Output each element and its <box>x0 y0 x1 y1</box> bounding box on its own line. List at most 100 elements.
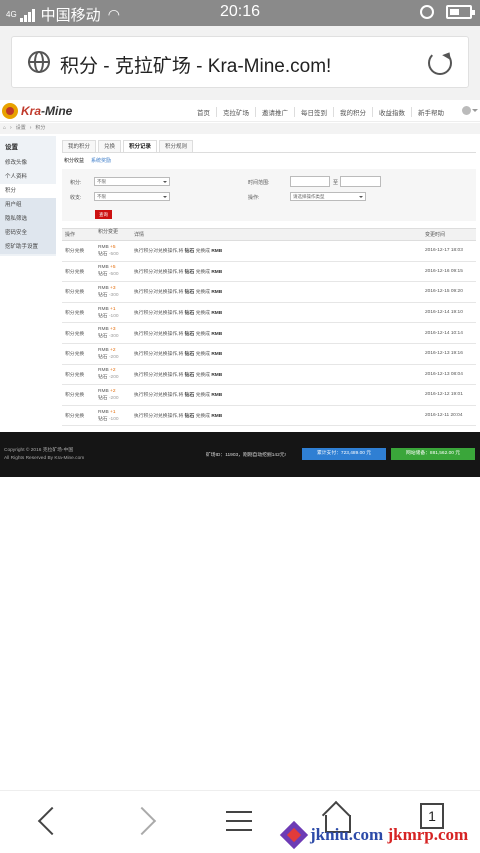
diamond-delta: -100 <box>108 313 119 319</box>
query-button[interactable]: 查询 <box>95 210 112 219</box>
nav-home[interactable]: 首页 <box>191 107 216 117</box>
table-row: 积分兑换 RMB +2 钻石 -200 执行积分对兑换操作,将 钻石 兑换成 RMB 2… <box>62 385 476 406</box>
sidebar-item-usergroup[interactable]: 用户组 <box>0 198 56 212</box>
points-tabs: 我的积分 兑换 积分记录 积分规则 <box>62 140 476 153</box>
nav-kra-mine[interactable]: 克拉矿场 <box>216 107 255 117</box>
row-operation: 积分兑换 <box>65 331 85 337</box>
table-header: 操作 积分变更 详情 变更时间 <box>62 229 476 241</box>
row-detail: 执行积分对兑换操作,将 钻石 兑换成 RMB <box>134 393 223 399</box>
tab-points-rules[interactable]: 积分规则 <box>159 140 194 152</box>
nav-invite[interactable]: 邀请推广 <box>255 107 294 117</box>
home-icon[interactable]: ⌂ <box>3 123 6 134</box>
watermark-logo-icon <box>282 823 306 847</box>
main-nav: 首页 克拉矿场 邀请推广 每日签到 我的积分 收益指数 新手帮助 <box>191 107 450 117</box>
currency-label: RMB <box>98 265 109 271</box>
row-points-change: RMB +2 钻石 -200 <box>98 347 134 361</box>
diamond-delta: -500 <box>108 251 119 257</box>
currency-label: RMB <box>98 285 109 291</box>
sidebar-item-profile[interactable]: 个人资料 <box>0 170 56 184</box>
nav-help[interactable]: 新手帮助 <box>411 107 450 117</box>
sidebar-item-password[interactable]: 密码安全 <box>0 226 56 240</box>
currency-delta: +2 <box>110 388 116 394</box>
battery-icon <box>446 5 475 19</box>
diamond-label: 钻石 <box>98 354 108 360</box>
diamond-delta: -200 <box>108 354 119 360</box>
tab-my-points[interactable]: 我的积分 <box>62 140 97 152</box>
logo-icon <box>2 103 18 119</box>
points-log-table: 操作 积分变更 详情 变更时间 积分兑换 RMB +5 钻石 -500 执行积分对兑换… <box>62 228 476 427</box>
row-time: 2016-12-15 09:20 <box>425 289 463 295</box>
points-filter-label: 积分: <box>70 180 82 186</box>
col-change-time: 变更时间 <box>425 232 446 238</box>
sidebar-title: 设置 <box>5 144 18 151</box>
settings-sidebar: 设置 修改头像 个人资料 积分 用户组 隐私筛选 密码安全 挖矿助手设置 <box>0 136 56 256</box>
table-row: 积分兑换 RMB +1 钻石 -100 执行积分对兑换操作,将 钻石 兑换成 RMB 2… <box>62 406 476 427</box>
sidebar-item-avatar[interactable]: 修改头像 <box>0 156 56 170</box>
browser-address-area: 积分 - 克拉矿场 - Kra-Mine.com! <box>0 26 480 100</box>
row-detail: 执行积分对兑换操作,将 钻石 兑换成 RMB <box>134 331 223 337</box>
row-points-change: RMB +3 钻石 -300 <box>98 285 134 299</box>
currency-label: RMB <box>98 388 109 394</box>
subtab-points-income[interactable]: 积分收益 <box>64 157 84 164</box>
operation-select[interactable]: 请选择操作类型 <box>290 192 366 201</box>
sidebar-item-privacy[interactable]: 隐私筛选 <box>0 212 56 226</box>
income-filter-select[interactable]: 不限 <box>94 192 170 201</box>
diamond-label: 钻石 <box>98 292 108 298</box>
user-avatar-icon[interactable] <box>462 106 478 115</box>
page-title-url[interactable]: 积分 - 克拉矿场 - Kra-Mine.com! <box>60 51 331 78</box>
diamond-label: 钻石 <box>98 251 108 257</box>
col-operation: 操作 <box>65 232 76 238</box>
row-operation: 积分兑换 <box>65 352 85 358</box>
breadcrumb-points: 积分 <box>35 125 46 131</box>
nav-income-index[interactable]: 收益指数 <box>372 107 411 117</box>
diamond-delta: -300 <box>108 292 119 298</box>
sidebar-item-points[interactable]: 积分 <box>0 184 56 198</box>
reload-icon[interactable] <box>428 51 452 75</box>
site-header: Kra-Mine 首页 克拉矿场 邀请推广 每日签到 我的积分 收益指数 新手帮… <box>0 100 480 122</box>
row-operation: 积分兑换 <box>65 290 85 296</box>
site-logo[interactable]: Kra-Mine <box>2 103 72 119</box>
table-row: 积分兑换 RMB +3 钻石 -300 执行积分对兑换操作,将 钻石 兑换成 RMB 2… <box>62 323 476 344</box>
tab-points-log[interactable]: 积分记录 <box>123 140 158 152</box>
watermark-text-b: jkmrp.com <box>387 825 469 844</box>
currency-label: RMB <box>98 327 109 333</box>
sidebar-item-mining-assistant[interactable]: 挖矿助手设置 <box>0 240 56 254</box>
row-points-change: RMB +5 钻石 -500 <box>98 264 134 278</box>
time-start-input[interactable] <box>290 176 330 187</box>
subtab-system-reward[interactable]: 系统奖励 <box>91 157 111 164</box>
nav-checkin[interactable]: 每日签到 <box>294 107 333 117</box>
total-paid-badge: 累计支付：723,489.00 元 <box>302 448 386 460</box>
table-row: 积分兑换 RMB +2 钻石 -200 执行积分对兑换操作,将 钻石 兑换成 RMB 2… <box>62 365 476 386</box>
currency-delta: +3 <box>110 285 116 291</box>
currency-label: RMB <box>98 409 109 415</box>
row-time: 2016-12-17 18:03 <box>425 248 463 254</box>
table-row: 积分兑换 RMB +5 钻石 -500 执行积分对兑换操作,将 钻石 兑换成 RMB 2… <box>62 262 476 283</box>
row-detail: 执行积分对兑换操作,将 钻石 兑换成 RMB <box>134 414 223 420</box>
breadcrumb-settings[interactable]: 设置 <box>16 123 26 134</box>
alarm-icon <box>420 5 434 19</box>
nav-my-points[interactable]: 我的积分 <box>333 107 372 117</box>
row-time: 2016-12-11 20:04 <box>425 413 463 419</box>
diamond-delta: -500 <box>108 272 119 278</box>
currency-delta: +2 <box>110 368 116 374</box>
back-icon[interactable] <box>30 803 64 837</box>
address-bar[interactable]: 积分 - 克拉矿场 - Kra-Mine.com! <box>11 36 469 88</box>
forward-icon[interactable] <box>130 803 164 837</box>
currency-label: RMB <box>98 306 109 312</box>
menu-icon[interactable] <box>222 803 256 837</box>
rights-text: All Rights Reserved By Kra-Mine.com <box>4 456 85 461</box>
site-footer: Copyright © 2016 克拉矿场-中国 All Rights Rese… <box>0 432 480 477</box>
row-time: 2016-12-14 19:10 <box>425 310 463 316</box>
mine-info: 矿场ID：11903，刚刚自动挖掘142元! <box>206 453 286 458</box>
points-filter-select[interactable]: 不限 <box>94 177 170 186</box>
time-end-input[interactable] <box>340 176 381 187</box>
tab-exchange[interactable]: 兑换 <box>98 140 122 152</box>
row-points-change: RMB +1 钻石 -100 <box>98 306 134 320</box>
diamond-label: 钻石 <box>98 416 108 422</box>
row-detail: 执行积分对兑换操作,将 钻石 兑换成 RMB <box>134 269 223 275</box>
filter-panel: 积分: 不限 收支: 不限 时间范围: 至 操作: 请选择操作类型 查询 <box>62 169 476 221</box>
currency-delta: +3 <box>110 327 116 333</box>
row-operation: 积分兑换 <box>65 311 85 317</box>
col-detail: 详情 <box>134 232 145 238</box>
row-operation: 积分兑换 <box>65 393 85 399</box>
